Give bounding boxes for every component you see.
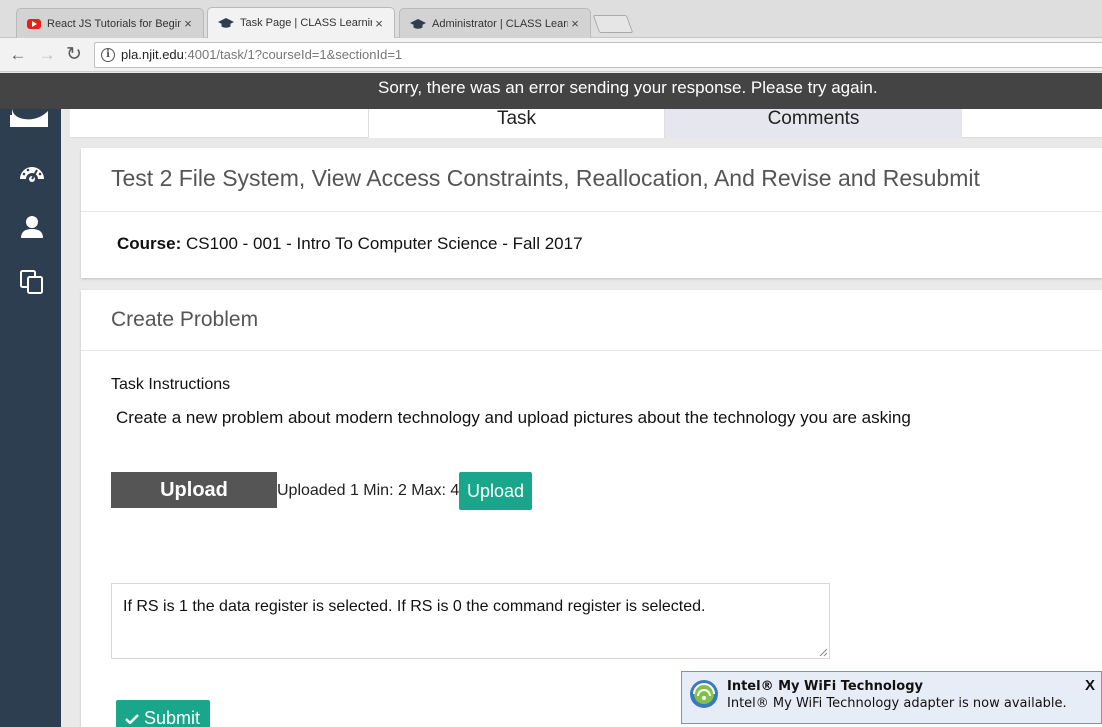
graduation-cap-icon — [218, 18, 234, 28]
browser-tab-task-page[interactable]: Task Page | CLASS Learning × — [207, 7, 395, 38]
browser-tab-bar: React JS Tutorials for Begin × Task Page… — [0, 0, 1102, 38]
course-info: Course: CS100 - 001 - Intro To Computer … — [81, 212, 1102, 254]
browser-tab-react-tutorials[interactable]: React JS Tutorials for Begin × — [16, 8, 204, 38]
submit-button[interactable]: Submit — [116, 700, 210, 727]
forward-arrow-icon[interactable]: → — [36, 44, 58, 66]
wifi-adapter-icon — [690, 680, 718, 708]
page-title: Test 2 File System, View Access Constrai… — [81, 148, 1102, 212]
create-problem-card: Create Problem Task Instructions Create … — [81, 290, 1102, 727]
instructions-label: Task Instructions — [111, 376, 231, 393]
notification-close-button[interactable]: X — [1085, 677, 1095, 694]
check-icon — [125, 714, 139, 724]
resize-handle-icon[interactable] — [819, 648, 827, 656]
user-profile-icon[interactable] — [18, 213, 46, 241]
section-heading: Create Problem — [81, 290, 1102, 351]
upload-file-button[interactable]: Upload — [111, 472, 277, 508]
notification-title: Intel® My WiFi Technology — [727, 679, 923, 694]
graduation-cap-icon — [410, 18, 426, 29]
address-bar[interactable]: i pla.njit.edu:4001/task/1?courseId=1&se… — [94, 42, 1102, 68]
url-path: :4001/task/1?courseId=1&sectionId=1 — [183, 47, 403, 62]
browser-tab-title: React JS Tutorials for Begin — [47, 17, 181, 30]
upload-status: Uploaded 1 Min: 2 Max: 4 — [277, 482, 460, 499]
back-arrow-icon[interactable]: ← — [7, 44, 29, 66]
youtube-icon — [27, 18, 41, 29]
info-icon[interactable]: i — [101, 48, 115, 62]
new-tab-button[interactable] — [592, 15, 634, 33]
close-icon[interactable]: × — [372, 16, 386, 31]
sidebar — [0, 73, 61, 727]
browser-tab-title: Task Page | CLASS Learning — [240, 17, 372, 29]
notification-message: Intel® My WiFi Technology adapter is now… — [727, 696, 1067, 711]
submit-label: Submit — [144, 708, 201, 727]
problem-answer-textarea[interactable]: If RS is 1 the data register is selected… — [111, 583, 830, 659]
task-info-card: Test 2 File System, View Access Constrai… — [81, 148, 1102, 278]
course-label: Course: — [117, 234, 182, 253]
answer-text: If RS is 1 the data register is selected… — [123, 598, 706, 615]
course-value: CS100 - 001 - Intro To Computer Science … — [185, 234, 583, 253]
browser-tab-title: Administrator | CLASS Learn — [432, 17, 568, 30]
dashboard-gauge-icon[interactable] — [18, 159, 46, 187]
url-host: pla.njit.edu — [121, 47, 184, 62]
browser-toolbar: ← → ↻ i pla.njit.edu:4001/task/1?courseI… — [0, 38, 1102, 72]
close-icon[interactable]: × — [181, 16, 195, 31]
reload-icon[interactable]: ↻ — [63, 44, 85, 66]
browser-tab-administrator[interactable]: Administrator | CLASS Learn × — [399, 8, 591, 38]
upload-submit-button[interactable]: Upload — [459, 472, 532, 510]
instructions-text: Create a new problem about modern techno… — [116, 408, 911, 427]
close-icon[interactable]: × — [568, 16, 582, 31]
error-banner: Sorry, there was an error sending your r… — [0, 73, 1102, 109]
wifi-notification[interactable]: Intel® My WiFi Technology Intel® My WiFi… — [681, 671, 1102, 724]
copy-documents-icon[interactable] — [18, 268, 46, 296]
